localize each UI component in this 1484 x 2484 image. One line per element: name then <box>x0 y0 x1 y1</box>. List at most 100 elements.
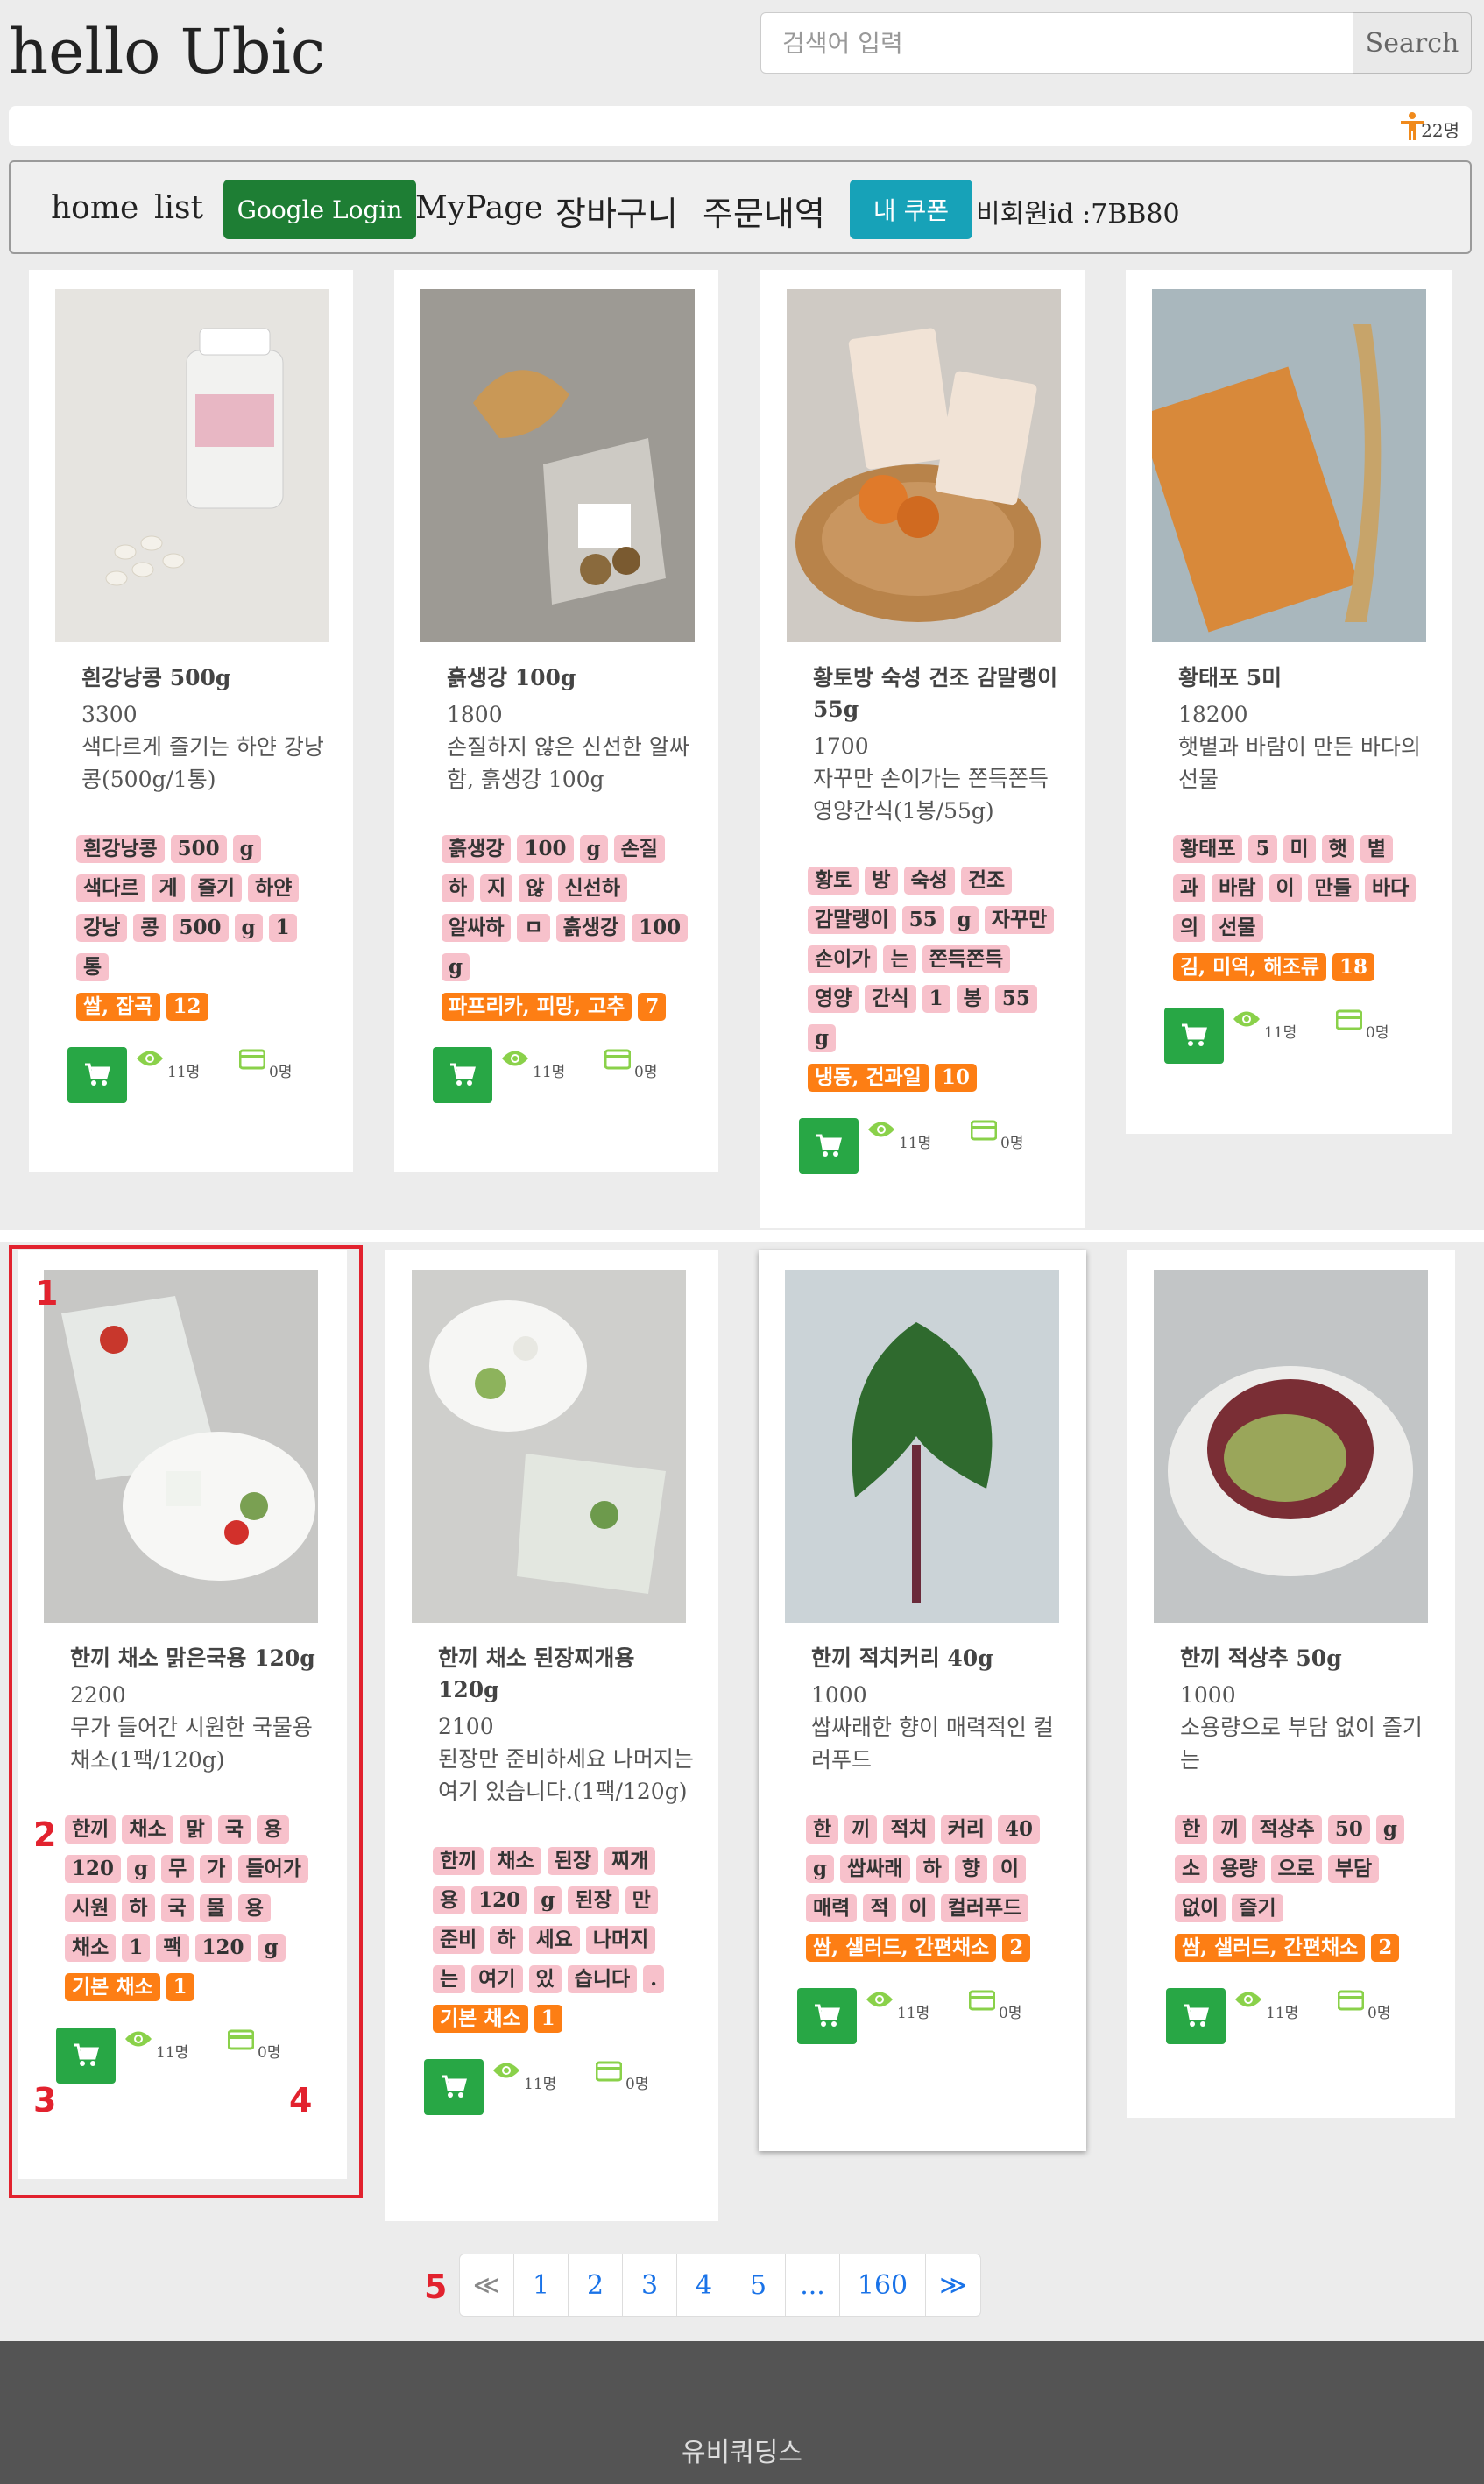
add-to-cart-button[interactable] <box>799 1118 859 1174</box>
keyword-tag: 습니다 <box>567 1965 638 1993</box>
product-image[interactable] <box>55 289 329 642</box>
keyword-tag: 황토 <box>808 867 859 895</box>
keyword-tag: 게 <box>152 874 185 902</box>
my-coupon-button[interactable]: 내 쿠폰 <box>850 180 972 239</box>
nav-mypage-link[interactable]: MyPage <box>415 190 543 226</box>
page-2-button[interactable]: 2 <box>569 2254 623 2316</box>
category-tag[interactable]: 쌈, 샐러드, 간편채소 <box>806 1934 997 1962</box>
product-title[interactable]: 흙생강 100g <box>447 662 697 694</box>
keyword-tag: 120 <box>471 1886 528 1914</box>
product-card[interactable]: 흰강낭콩 500g 3300 색다르게 즐기는 하얀 강낭콩(500g/1통) 흰강낭… <box>29 270 353 1172</box>
eye-icon <box>493 2063 519 2078</box>
product-image[interactable] <box>787 289 1061 642</box>
keyword-tag: 1 <box>922 985 950 1013</box>
product-image[interactable] <box>785 1270 1059 1623</box>
keyword-tag: 는 <box>433 1965 466 1993</box>
page-160-button[interactable]: 160 <box>840 2254 926 2316</box>
keyword-tag: 강낭 <box>76 914 128 942</box>
add-to-cart-button[interactable] <box>1166 1988 1226 2044</box>
product-card[interactable]: 한끼 채소 된장찌개용 120g 2100 된장만 준비하세요 나머지는 여기 있습… <box>385 1250 718 2221</box>
nav-orders-link[interactable]: 주문내역 <box>703 187 825 235</box>
cart-icon <box>442 2075 467 2098</box>
add-to-cart-button[interactable] <box>424 2059 484 2115</box>
product-price: 2100 <box>438 1714 494 1739</box>
page-3-button[interactable]: 3 <box>623 2254 677 2316</box>
keyword-tag: g <box>234 914 263 942</box>
product-card[interactable]: 흙생강 100g 1800 손질하지 않은 신선한 알싸함, 흙생강 100g 흙생강… <box>394 270 718 1172</box>
product-card[interactable]: 황태포 5미 18200 햇볕과 바람이 만든 바다의 선물 황태포 5 미 햇 볕과 바람 이 만… <box>1126 270 1452 1134</box>
keyword-tag: g <box>806 1855 835 1883</box>
product-title[interactable]: 황태포 5미 <box>1178 662 1431 694</box>
credit-card-icon <box>1338 1990 1364 2011</box>
page-next-button[interactable]: ≫ <box>926 2254 980 2316</box>
keyword-tag: 과 <box>1173 874 1206 902</box>
cart-icon <box>1184 2004 1209 2027</box>
page-4-button[interactable]: 4 <box>677 2254 731 2316</box>
keyword-tag: g <box>534 1886 562 1914</box>
category-tag[interactable]: 냉동, 건과일 <box>808 1064 929 1092</box>
search-input[interactable] <box>760 12 1354 74</box>
keyword-tag: 500 <box>172 914 229 942</box>
product-title[interactable]: 흰강낭콩 500g <box>81 662 332 694</box>
keyword-tag: 이 <box>1268 874 1302 902</box>
keyword-tag: 있 <box>528 1965 562 1993</box>
nav-list-link[interactable]: list <box>154 190 203 226</box>
category-tag[interactable]: 기본 채소 <box>433 2005 528 2033</box>
nav-cart-link[interactable]: 장바구니 <box>555 187 678 235</box>
google-login-button[interactable]: Google Login <box>223 180 416 239</box>
keyword-tag: 이 <box>993 1855 1027 1883</box>
nav-home-link[interactable]: home <box>51 190 138 226</box>
product-card[interactable]: 한끼 적상추 50g 1000 소용량으로 부담 없이 즐기는 한 끼 적상추 50 g 소 용량… <box>1127 1250 1455 2118</box>
page-5-button[interactable]: 5 <box>731 2254 786 2316</box>
keyword-tag: 끼 <box>1213 1815 1247 1844</box>
add-to-cart-button[interactable] <box>433 1047 492 1103</box>
product-tags: 흰강낭콩 500 g색다르 게 즐기 하얀강낭 콩 500 g 1통 쌀, 잡곡 12 <box>76 831 332 1028</box>
keyword-tag: ㅁ <box>517 914 550 942</box>
keyword-tag: 자꾸만 <box>984 906 1055 934</box>
category-tag[interactable]: 김, 미역, 해조류 <box>1173 953 1326 981</box>
keyword-tag: 적 <box>863 1894 896 1922</box>
category-tag[interactable]: 쌀, 잡곡 <box>76 993 160 1021</box>
add-to-cart-button[interactable] <box>67 1047 127 1103</box>
category-tag[interactable]: 쌈, 샐러드, 간편채소 <box>1175 1934 1366 1962</box>
product-card[interactable]: 황토방 숙성 건조 감말랭이 55g 1700 자꾸만 손이가는 쫀득쫀득 영양간식… <box>760 270 1085 1228</box>
page-first-button[interactable]: ≪ <box>460 2254 514 2316</box>
product-image[interactable] <box>1154 1270 1428 1623</box>
keyword-tag: 5 <box>1248 835 1277 863</box>
keyword-tag: 의 <box>1173 914 1206 942</box>
eye-icon <box>1233 1011 1260 1027</box>
product-title[interactable]: 한끼 적치커리 40g <box>811 1643 1065 1674</box>
keyword-tag: 채소 <box>490 1847 541 1875</box>
product-card[interactable]: 한끼 적치커리 40g 1000 쌉싸래한 향이 매력적인 컬러푸드 한 끼 적치 커리 40… <box>759 1250 1086 2151</box>
search-button[interactable]: Search <box>1353 12 1472 74</box>
add-to-cart-button[interactable] <box>797 1988 857 2044</box>
product-actions: 11명 0명 <box>790 1988 1065 2058</box>
page-1-button[interactable]: 1 <box>514 2254 569 2316</box>
keyword-tag: 컬러푸드 <box>940 1894 1029 1922</box>
view-count: 11명 <box>1266 2005 1299 2022</box>
view-count: 11명 <box>167 1064 201 1081</box>
add-to-cart-button[interactable] <box>1164 1008 1224 1064</box>
eye-icon <box>502 1051 528 1066</box>
keyword-tag: 하 <box>915 1855 949 1883</box>
cart-icon <box>450 1063 476 1086</box>
product-actions: 11명 0명 <box>426 1047 697 1117</box>
product-image[interactable] <box>420 289 695 642</box>
product-price: 1800 <box>447 702 503 727</box>
annotation-marker-5: 5 <box>424 2268 448 2306</box>
credit-card-icon <box>239 1049 265 1070</box>
annotation-marker-2: 2 <box>33 1815 57 1854</box>
product-price: 1000 <box>1180 1682 1236 1708</box>
product-title[interactable]: 한끼 채소 된장찌개용 120g <box>438 1643 697 1706</box>
product-actions: 11명 0명 <box>1159 1988 1434 2058</box>
keyword-tag: 는 <box>883 945 916 973</box>
category-tag[interactable]: 파프리카, 피망, 고추 <box>442 993 632 1021</box>
product-title[interactable]: 황토방 숙성 건조 감말랭이 55g <box>813 662 1064 725</box>
keyword-tag: 바다 <box>1365 874 1417 902</box>
brand-title[interactable]: hello Ubic <box>9 16 325 88</box>
product-title[interactable]: 한끼 적상추 50g <box>1180 1643 1434 1674</box>
category-count-badge: 7 <box>638 993 667 1021</box>
category-count-badge: 2 <box>1002 1934 1031 1962</box>
product-image[interactable] <box>1152 289 1426 642</box>
product-image[interactable] <box>412 1270 686 1623</box>
